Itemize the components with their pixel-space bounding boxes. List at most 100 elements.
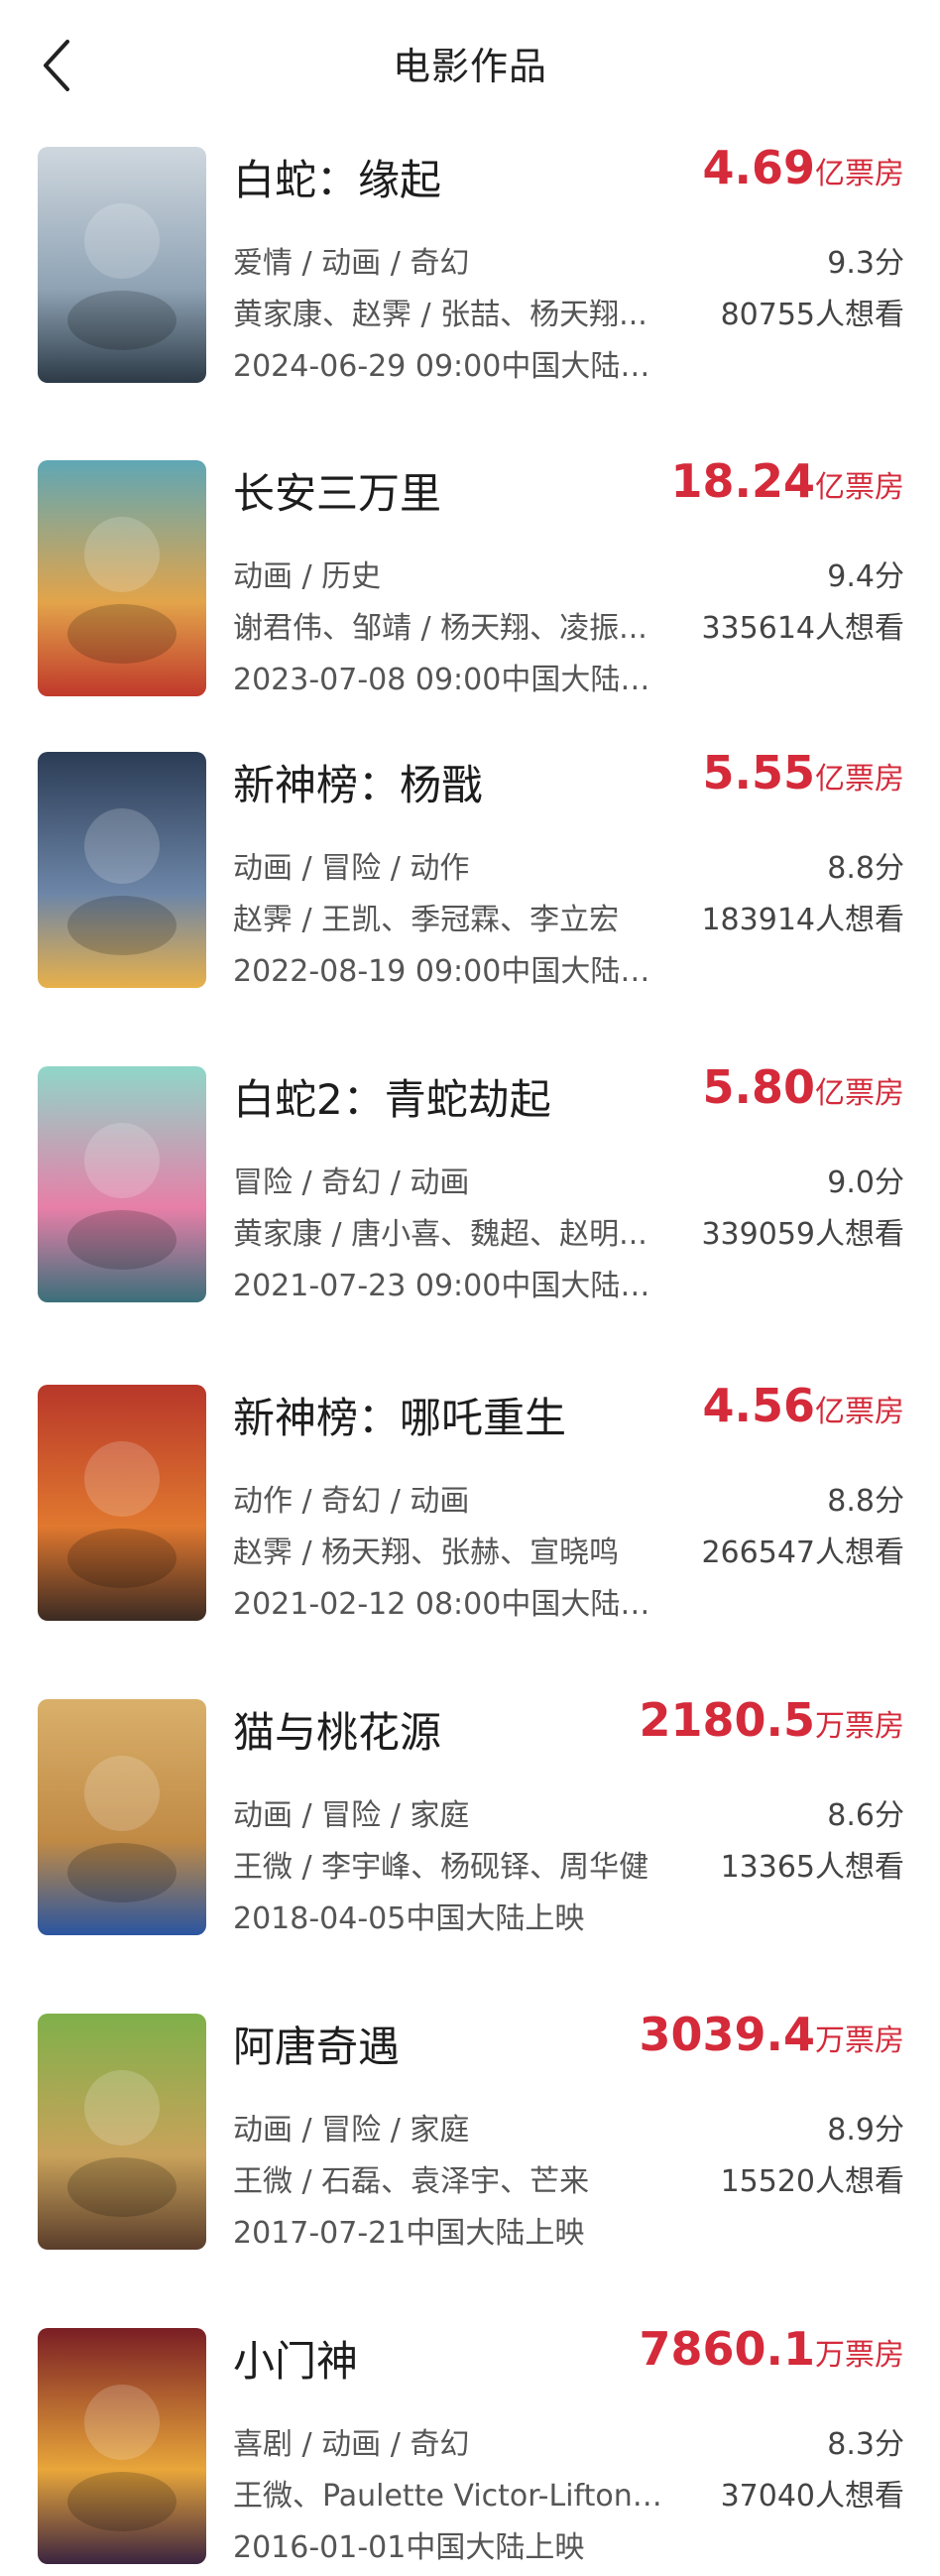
movie-rating: 9.0分 xyxy=(827,1165,904,1200)
movie-rating: 8.6分 xyxy=(827,1798,904,1833)
release-row: 2021-02-12 08:00中国大陆上映 xyxy=(233,1579,904,1622)
genre-rating-row: 动作 / 奇幻 / 动画 8.8分 xyxy=(233,1476,904,1519)
cast-want-row: 谢君伟、邹靖 / 杨天翔、凌振... 335614人想看 xyxy=(233,603,904,646)
movie-title[interactable]: 长安三万里 xyxy=(233,460,441,521)
movie-genres: 爱情 / 动画 / 奇幻 xyxy=(233,246,470,281)
release-row: 2017-07-21中国大陆上映 xyxy=(233,2208,904,2251)
box-office: 3039.4万票房 xyxy=(639,2008,904,2061)
box-office-unit: 亿票房 xyxy=(815,157,904,191)
movie-title[interactable]: 新神榜：哪吒重生 xyxy=(233,1385,566,1445)
box-office-value: 2180.5 xyxy=(639,1693,815,1747)
box-office-value: 5.55 xyxy=(702,746,816,799)
page-title: 电影作品 xyxy=(392,45,547,88)
movie-poster[interactable] xyxy=(38,2014,206,2250)
box-office-unit: 亿票房 xyxy=(815,1395,904,1429)
release-info: 2021-02-12 08:00中国大陆上映 xyxy=(233,1587,669,1622)
cast-want-row: 黄家康 / 唐小喜、魏超、赵明... 339059人想看 xyxy=(233,1209,904,1252)
movie-item[interactable]: 阿唐奇遇 3039.4万票房 动画 / 冒险 / 家庭 8.9分 王微 / 石磊… xyxy=(0,2008,940,2252)
release-row: 2021-07-23 09:00中国大陆上映 xyxy=(233,1261,904,1303)
want-to-see-count: 15520人想看 xyxy=(720,2164,904,2199)
movie-title[interactable]: 小门神 xyxy=(233,2328,358,2389)
genre-rating-row: 冒险 / 奇幻 / 动画 9.0分 xyxy=(233,1158,904,1200)
genre-rating-row: 动画 / 历史 9.4分 xyxy=(233,552,904,594)
genre-rating-row: 动画 / 冒险 / 家庭 8.9分 xyxy=(233,2105,904,2147)
box-office-unit: 亿票房 xyxy=(815,470,904,505)
movie-cast: 王微、Paulette Victor-Lifton / ... xyxy=(233,2479,669,2514)
cast-want-row: 黄家康、赵霁 / 张喆、杨天翔... 80755人想看 xyxy=(233,290,904,332)
movie-title[interactable]: 阿唐奇遇 xyxy=(233,2014,400,2074)
movie-poster[interactable] xyxy=(38,147,206,383)
release-info: 2018-04-05中国大陆上映 xyxy=(233,1901,585,1936)
box-office: 18.24亿票房 xyxy=(670,454,904,508)
movie-poster[interactable] xyxy=(38,1385,206,1621)
movie-genres: 动画 / 冒险 / 动作 xyxy=(233,851,470,886)
release-info: 2021-07-23 09:00中国大陆上映 xyxy=(233,1269,669,1303)
movie-poster[interactable] xyxy=(38,460,206,696)
movie-title[interactable]: 白蛇2：青蛇劫起 xyxy=(233,1066,551,1127)
box-office-unit: 亿票房 xyxy=(815,1076,904,1111)
release-row: 2018-04-05中国大陆上映 xyxy=(233,1894,904,1936)
movie-rating: 8.8分 xyxy=(827,851,904,886)
movie-cast: 赵霁 / 杨天翔、张赫、宣晓鸣 xyxy=(233,1535,620,1570)
want-to-see-count: 37040人想看 xyxy=(720,2479,904,2514)
genre-rating-row: 爱情 / 动画 / 奇幻 9.3分 xyxy=(233,238,904,281)
movie-poster[interactable] xyxy=(38,1066,206,1302)
want-to-see-count: 339059人想看 xyxy=(701,1217,904,1252)
movie-item[interactable]: 猫与桃花源 2180.5万票房 动画 / 冒险 / 家庭 8.6分 王微 / 李… xyxy=(0,1693,940,1937)
genre-rating-row: 动画 / 冒险 / 家庭 8.6分 xyxy=(233,1790,904,1833)
movie-genres: 动画 / 冒险 / 家庭 xyxy=(233,2113,470,2147)
movie-cast: 黄家康、赵霁 / 张喆、杨天翔... xyxy=(233,298,647,332)
box-office-unit: 万票房 xyxy=(815,1709,904,1744)
release-row: 2023-07-08 09:00中国大陆上映 xyxy=(233,655,904,697)
box-office-value: 18.24 xyxy=(670,454,815,508)
want-to-see-count: 13365人想看 xyxy=(720,1850,904,1885)
movie-item[interactable]: 白蛇：缘起 4.69亿票房 爱情 / 动画 / 奇幻 9.3分 黄家康、赵霁 /… xyxy=(0,141,940,385)
movie-poster[interactable] xyxy=(38,752,206,988)
box-office: 7860.1万票房 xyxy=(639,2322,904,2376)
movie-poster[interactable] xyxy=(38,2328,206,2564)
cast-want-row: 赵霁 / 王凯、季冠霖、李立宏 183914人想看 xyxy=(233,895,904,937)
box-office: 4.56亿票房 xyxy=(703,1379,905,1432)
movie-cast: 王微 / 李宇峰、杨砚铎、周华健 xyxy=(233,1850,649,1885)
movie-genres: 动画 / 历史 xyxy=(233,559,382,594)
box-office: 5.80亿票房 xyxy=(703,1060,905,1114)
release-info: 2016-01-01中国大陆上映 xyxy=(233,2530,585,2565)
box-office: 4.69亿票房 xyxy=(703,141,905,194)
release-info: 2024-06-29 09:00中国大陆重映 xyxy=(233,349,669,384)
movie-title[interactable]: 新神榜：杨戬 xyxy=(233,752,483,812)
want-to-see-count: 335614人想看 xyxy=(701,611,904,646)
cast-want-row: 赵霁 / 杨天翔、张赫、宣晓鸣 266547人想看 xyxy=(233,1528,904,1570)
movie-item[interactable]: 白蛇2：青蛇劫起 5.80亿票房 冒险 / 奇幻 / 动画 9.0分 黄家康 /… xyxy=(0,1060,940,1304)
want-to-see-count: 266547人想看 xyxy=(701,1535,904,1570)
box-office-value: 4.69 xyxy=(702,141,816,194)
movie-title[interactable]: 猫与桃花源 xyxy=(233,1699,441,1760)
box-office-value: 4.56 xyxy=(702,1379,816,1432)
release-info: 2017-07-21中国大陆上映 xyxy=(233,2216,585,2251)
cast-want-row: 王微 / 李宇峰、杨砚铎、周华健 13365人想看 xyxy=(233,1842,904,1885)
box-office-unit: 万票房 xyxy=(815,2338,904,2373)
release-info: 2023-07-08 09:00中国大陆上映 xyxy=(233,663,669,697)
movie-item[interactable]: 小门神 7860.1万票房 喜剧 / 动画 / 奇幻 8.3分 王微、Paule… xyxy=(0,2322,940,2566)
release-row: 2022-08-19 09:00中国大陆上映 xyxy=(233,946,904,989)
box-office-unit: 亿票房 xyxy=(815,762,904,797)
movie-item[interactable]: 长安三万里 18.24亿票房 动画 / 历史 9.4分 谢君伟、邹靖 / 杨天翔… xyxy=(0,454,940,698)
box-office-value: 5.80 xyxy=(702,1060,816,1114)
movie-cast: 黄家康 / 唐小喜、魏超、赵明... xyxy=(233,1217,647,1252)
movie-poster[interactable] xyxy=(38,1699,206,1935)
top-bar: 电影作品 xyxy=(0,0,940,129)
movie-item[interactable]: 新神榜：杨戬 5.55亿票房 动画 / 冒险 / 动作 8.8分 赵霁 / 王凯… xyxy=(0,746,940,990)
release-row: 2024-06-29 09:00中国大陆重映 xyxy=(233,341,904,384)
movie-genres: 喜剧 / 动画 / 奇幻 xyxy=(233,2427,470,2462)
movie-rating: 9.4分 xyxy=(827,559,904,594)
want-to-see-count: 183914人想看 xyxy=(701,903,904,937)
movie-cast: 赵霁 / 王凯、季冠霖、李立宏 xyxy=(233,903,620,937)
movie-genres: 动画 / 冒险 / 家庭 xyxy=(233,1798,470,1833)
movie-genres: 动作 / 奇幻 / 动画 xyxy=(233,1484,470,1519)
release-row: 2016-01-01中国大陆上映 xyxy=(233,2522,904,2565)
genre-rating-row: 喜剧 / 动画 / 奇幻 8.3分 xyxy=(233,2419,904,2462)
movie-rating: 8.8分 xyxy=(827,1484,904,1519)
movie-title[interactable]: 白蛇：缘起 xyxy=(233,147,441,207)
movie-item[interactable]: 新神榜：哪吒重生 4.56亿票房 动作 / 奇幻 / 动画 8.8分 赵霁 / … xyxy=(0,1379,940,1623)
box-office: 5.55亿票房 xyxy=(703,746,905,799)
want-to-see-count: 80755人想看 xyxy=(720,298,904,332)
